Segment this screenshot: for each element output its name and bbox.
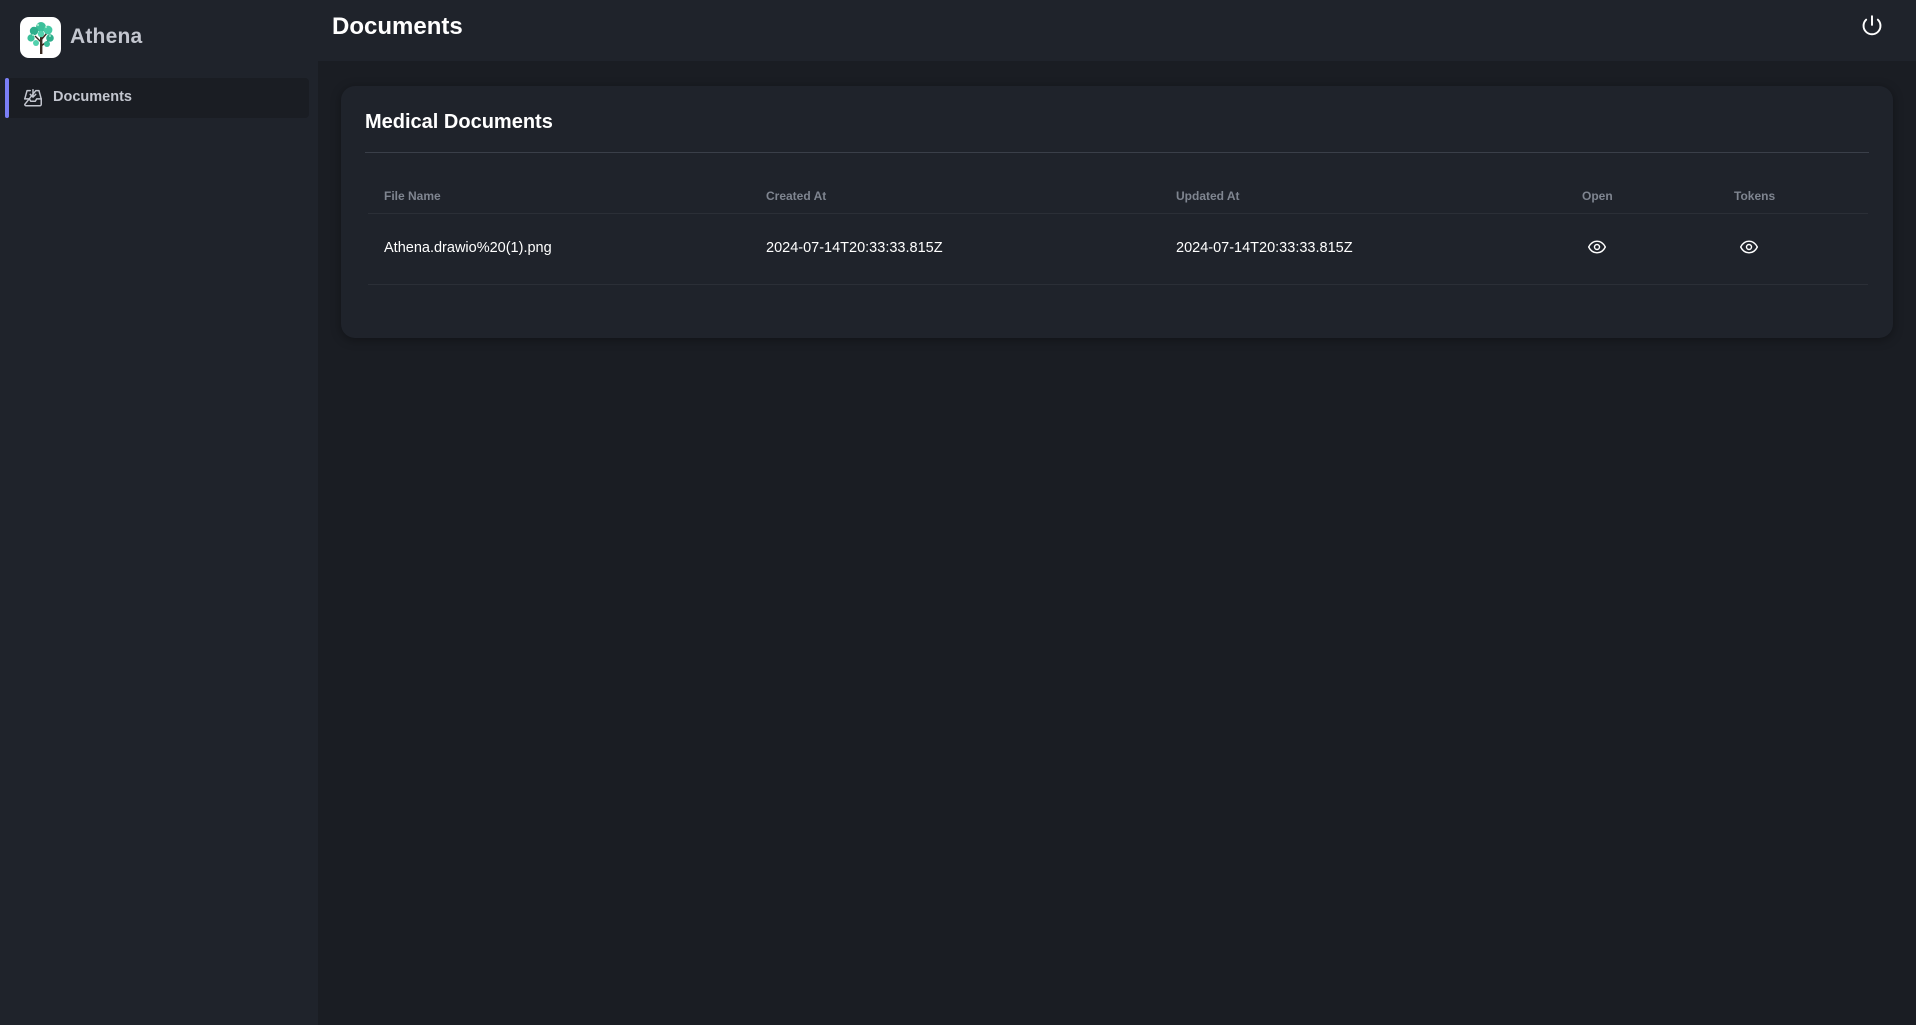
card-title: Medical Documents <box>365 111 553 133</box>
page-title: Documents <box>332 13 463 40</box>
created-at-cell: 2024-07-14T20:33:33.815Z <box>766 240 943 256</box>
active-indicator <box>5 78 9 118</box>
athena-tree-logo-icon <box>20 16 61 58</box>
app-root: Athena Documents Documents Medical Docum… <box>0 0 1916 1025</box>
sidebar-item-label: Documents <box>53 89 132 105</box>
topbar: Documents <box>318 0 1916 61</box>
eye-icon <box>1587 237 1607 262</box>
column-header-open: Open <box>1582 189 1613 203</box>
brand[interactable]: Athena <box>20 16 142 58</box>
power-icon <box>1859 13 1885 44</box>
table-header: File Name Created At Updated At Open Tok… <box>368 178 1868 214</box>
divider <box>365 152 1869 153</box>
sidebar: Athena Documents <box>0 0 318 1025</box>
open-document-button[interactable] <box>1585 237 1609 261</box>
brand-name: Athena <box>70 25 143 48</box>
logout-button[interactable] <box>1858 14 1886 42</box>
eye-icon <box>1739 237 1759 262</box>
column-header-file-name[interactable]: File Name <box>384 189 441 203</box>
column-header-updated-at[interactable]: Updated At <box>1176 189 1240 203</box>
sidebar-item-documents[interactable]: Documents <box>5 78 309 118</box>
documents-table: File Name Created At Updated At Open Tok… <box>368 178 1868 285</box>
file-name-cell: Athena.drawio%20(1).png <box>384 240 552 256</box>
column-header-tokens: Tokens <box>1734 189 1776 203</box>
updated-at-cell: 2024-07-14T20:33:33.815Z <box>1176 240 1353 256</box>
column-header-created-at[interactable]: Created At <box>766 189 826 203</box>
table-row: Athena.drawio%20(1).png 2024-07-14T20:33… <box>368 214 1868 285</box>
inbox-download-icon <box>22 87 44 109</box>
documents-card: Medical Documents File Name Created At U… <box>341 86 1893 338</box>
view-tokens-button[interactable] <box>1737 237 1761 261</box>
